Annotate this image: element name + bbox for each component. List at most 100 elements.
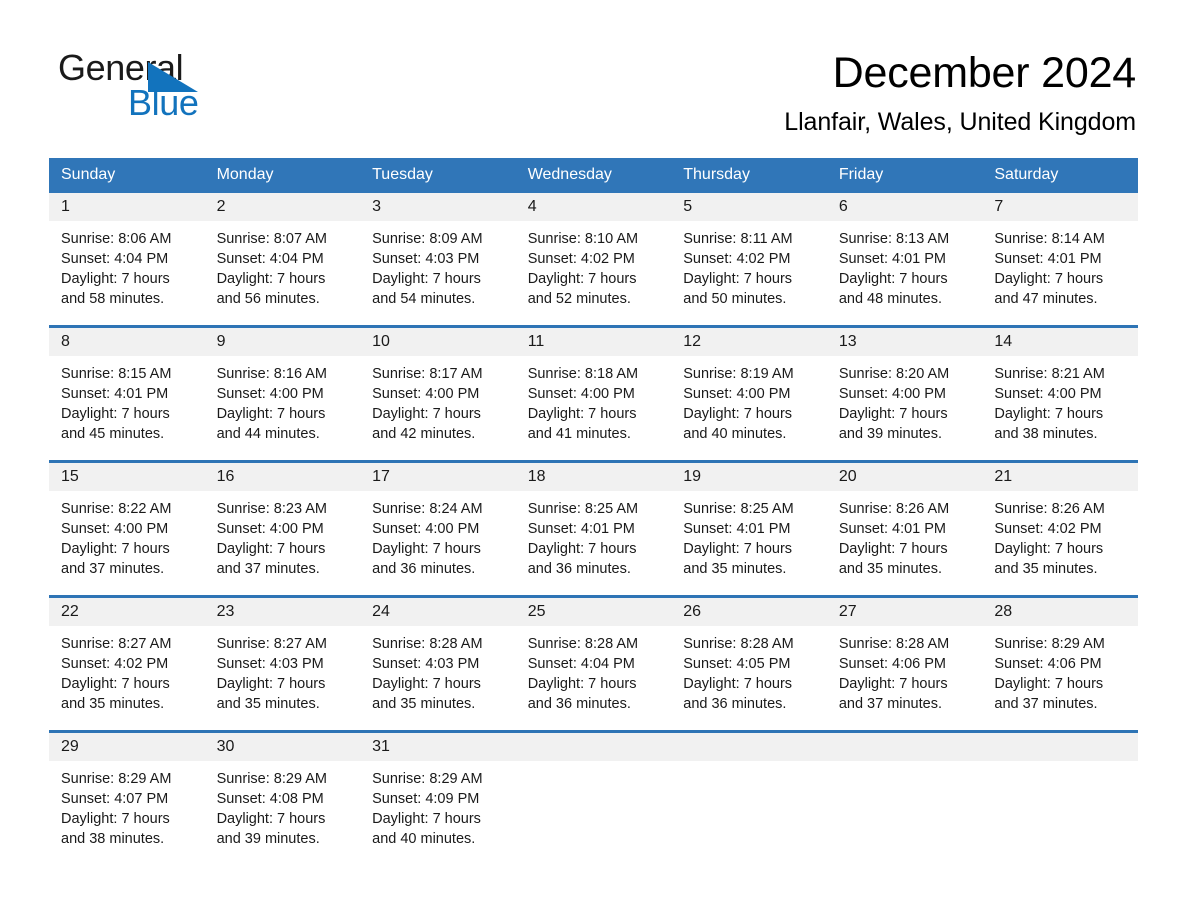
sunrise-text: Sunrise: 8:22 AM [61,501,172,517]
day-cell[interactable]: Sunrise: 8:07 AM Sunset: 4:04 PM Dayligh… [204,221,361,327]
daylight-text-line1: Daylight: 7 hours [61,676,170,692]
day-number[interactable]: 1 [49,193,205,221]
day-number[interactable]: 11 [515,325,672,356]
daylight-text-line1: Daylight: 7 hours [61,811,170,827]
day-cell-empty [982,761,1138,865]
daylight-text-line2: and 36 minutes. [527,696,631,712]
day-cell[interactable]: Sunrise: 8:17 AM Sunset: 4:00 PM Dayligh… [360,356,516,462]
daylight-text-line2: and 40 minutes. [372,831,476,847]
sunset-text: Sunset: 4:02 PM [994,521,1102,537]
daylight-text-line1: Daylight: 7 hours [838,271,948,287]
day-number[interactable]: 7 [982,193,1138,221]
day-number[interactable]: 19 [671,460,827,491]
sunrise-text: Sunrise: 8:15 AM [61,366,172,382]
day-cell[interactable]: Sunrise: 8:22 AM Sunset: 4:00 PM Dayligh… [49,491,205,597]
day-cell[interactable]: Sunrise: 8:27 AM Sunset: 4:02 PM Dayligh… [49,626,205,732]
day-cell[interactable]: Sunrise: 8:29 AM Sunset: 4:06 PM Dayligh… [982,626,1138,732]
day-cell[interactable]: Sunrise: 8:24 AM Sunset: 4:00 PM Dayligh… [360,491,516,597]
day-number[interactable]: 25 [515,595,672,626]
day-cell[interactable]: Sunrise: 8:15 AM Sunset: 4:01 PM Dayligh… [49,356,205,462]
day-cell[interactable]: Sunrise: 8:25 AM Sunset: 4:01 PM Dayligh… [671,491,827,597]
sunset-text: Sunset: 4:03 PM [372,251,480,267]
day-cell[interactable]: Sunrise: 8:19 AM Sunset: 4:00 PM Dayligh… [671,356,827,462]
day-number[interactable]: 5 [671,193,827,221]
daylight-text-line1: Daylight: 7 hours [994,271,1104,287]
day-cell[interactable]: Sunrise: 8:29 AM Sunset: 4:08 PM Dayligh… [204,761,361,865]
day-number[interactable]: 20 [826,460,983,491]
daylight-text-line1: Daylight: 7 hours [372,676,481,692]
day-number[interactable]: 29 [49,730,205,761]
day-cell[interactable]: Sunrise: 8:11 AM Sunset: 4:02 PM Dayligh… [671,221,827,327]
day-number[interactable]: 9 [204,325,361,356]
daylight-text-line1: Daylight: 7 hours [216,406,326,422]
sunset-text: Sunset: 4:06 PM [838,656,947,672]
sunrise-text: Sunrise: 8:09 AM [372,231,483,247]
day-number[interactable]: 17 [360,460,516,491]
day-number[interactable]: 6 [826,193,983,221]
daylight-text-line1: Daylight: 7 hours [216,541,326,557]
sunset-text: Sunset: 4:03 PM [216,656,324,672]
day-number[interactable]: 3 [360,193,516,221]
sunrise-text: Sunrise: 8:25 AM [527,501,639,517]
day-cell-empty [826,761,983,865]
day-cell[interactable]: Sunrise: 8:16 AM Sunset: 4:00 PM Dayligh… [204,356,361,462]
sunset-text: Sunset: 4:04 PM [61,251,169,267]
sunrise-text: Sunrise: 8:10 AM [527,231,639,247]
day-number[interactable]: 24 [360,595,516,626]
day-number[interactable]: 4 [515,193,672,221]
day-number[interactable]: 28 [982,595,1138,626]
day-number[interactable]: 30 [204,730,361,761]
weekday-header-monday: Monday [204,158,361,193]
day-cell[interactable]: Sunrise: 8:28 AM Sunset: 4:03 PM Dayligh… [360,626,516,732]
day-cell[interactable]: Sunrise: 8:28 AM Sunset: 4:05 PM Dayligh… [671,626,827,732]
day-cell[interactable]: Sunrise: 8:28 AM Sunset: 4:06 PM Dayligh… [826,626,983,732]
day-number[interactable]: 23 [204,595,361,626]
day-number[interactable]: 10 [360,325,516,356]
day-cell[interactable]: Sunrise: 8:09 AM Sunset: 4:03 PM Dayligh… [360,221,516,327]
sunset-text: Sunset: 4:04 PM [527,656,635,672]
day-cell[interactable]: Sunrise: 8:20 AM Sunset: 4:00 PM Dayligh… [826,356,983,462]
week-daynumbers-row: 1 2 3 4 5 6 7 [49,193,1138,221]
day-cell[interactable]: Sunrise: 8:21 AM Sunset: 4:00 PM Dayligh… [982,356,1138,462]
day-cell[interactable]: Sunrise: 8:25 AM Sunset: 4:01 PM Dayligh… [515,491,672,597]
sunrise-text: Sunrise: 8:24 AM [372,501,483,517]
day-number[interactable]: 16 [204,460,361,491]
day-number[interactable]: 13 [826,325,983,356]
daylight-text-line2: and 36 minutes. [372,561,476,577]
calendar-grid: Sunday Monday Tuesday Wednesday Thursday… [49,158,1138,865]
day-cell[interactable]: Sunrise: 8:26 AM Sunset: 4:01 PM Dayligh… [826,491,983,597]
day-number[interactable]: 12 [671,325,827,356]
daylight-text-line1: Daylight: 7 hours [372,406,481,422]
sunrise-text: Sunrise: 8:11 AM [683,231,793,247]
day-cell[interactable]: Sunrise: 8:13 AM Sunset: 4:01 PM Dayligh… [826,221,983,327]
day-cell[interactable]: Sunrise: 8:18 AM Sunset: 4:00 PM Dayligh… [515,356,672,462]
sunset-text: Sunset: 4:06 PM [994,656,1102,672]
sunrise-text: Sunrise: 8:14 AM [994,231,1105,247]
title-block: December 2024 Llanfair, Wales, United Ki… [784,48,1136,138]
day-number[interactable]: 27 [826,595,983,626]
day-number[interactable]: 14 [982,325,1138,356]
sunrise-text: Sunrise: 8:13 AM [838,231,950,247]
day-number[interactable]: 8 [49,325,205,356]
sunset-text: Sunset: 4:00 PM [61,521,169,537]
day-cell[interactable]: Sunrise: 8:28 AM Sunset: 4:04 PM Dayligh… [515,626,672,732]
day-number[interactable]: 21 [982,460,1138,491]
day-number[interactable]: 26 [671,595,827,626]
daylight-text-line2: and 38 minutes. [61,831,165,847]
daylight-text-line2: and 38 minutes. [994,426,1098,442]
day-number[interactable]: 2 [204,193,361,221]
day-cell[interactable]: Sunrise: 8:29 AM Sunset: 4:07 PM Dayligh… [49,761,205,865]
day-number[interactable]: 18 [515,460,672,491]
day-cell[interactable]: Sunrise: 8:06 AM Sunset: 4:04 PM Dayligh… [49,221,205,327]
day-cell[interactable]: Sunrise: 8:23 AM Sunset: 4:00 PM Dayligh… [204,491,361,597]
sunrise-text: Sunrise: 8:29 AM [61,771,172,787]
day-cell[interactable]: Sunrise: 8:27 AM Sunset: 4:03 PM Dayligh… [204,626,361,732]
day-number-empty [515,730,672,761]
day-cell[interactable]: Sunrise: 8:14 AM Sunset: 4:01 PM Dayligh… [982,221,1138,327]
day-number[interactable]: 22 [49,595,205,626]
day-number[interactable]: 15 [49,460,205,491]
day-number[interactable]: 31 [360,730,516,761]
day-cell[interactable]: Sunrise: 8:29 AM Sunset: 4:09 PM Dayligh… [360,761,516,865]
day-cell[interactable]: Sunrise: 8:10 AM Sunset: 4:02 PM Dayligh… [515,221,672,327]
day-cell[interactable]: Sunrise: 8:26 AM Sunset: 4:02 PM Dayligh… [982,491,1138,597]
